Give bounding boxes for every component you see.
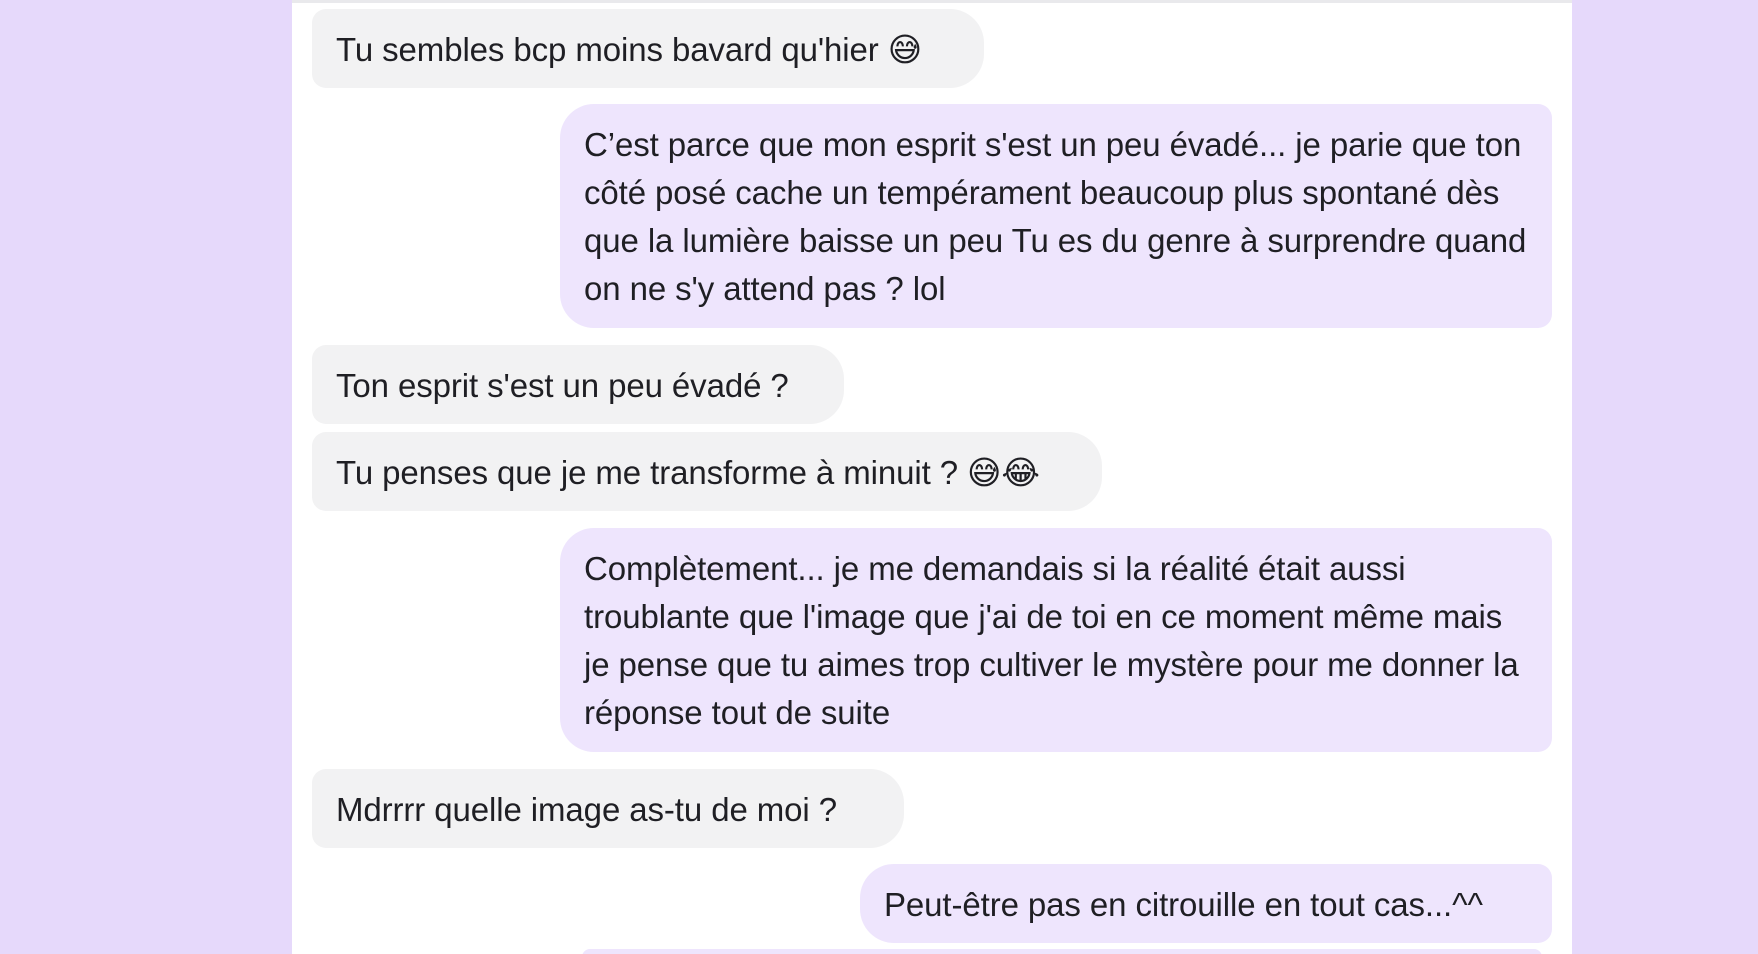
message-outgoing: Complètement... je me demandais si la ré… — [560, 528, 1552, 752]
message-incoming: Tu sembles bcp moins bavard qu'hier 😅 — [312, 9, 984, 88]
message-incoming: Mdrrrr quelle image as-tu de moi ? — [312, 769, 904, 848]
message-incoming: Tu penses que je me transforme à minuit … — [312, 432, 1102, 511]
message-outgoing: C’est parce que mon esprit s'est un peu … — [560, 104, 1552, 328]
divider — [292, 0, 1572, 3]
message-incoming: Ton esprit s'est un peu évadé ? — [312, 345, 844, 424]
next-message-edge — [582, 949, 1542, 954]
chat-thread: Tu sembles bcp moins bavard qu'hier 😅 C’… — [292, 0, 1572, 954]
message-outgoing: Peut-être pas en citrouille en tout cas.… — [860, 864, 1552, 943]
